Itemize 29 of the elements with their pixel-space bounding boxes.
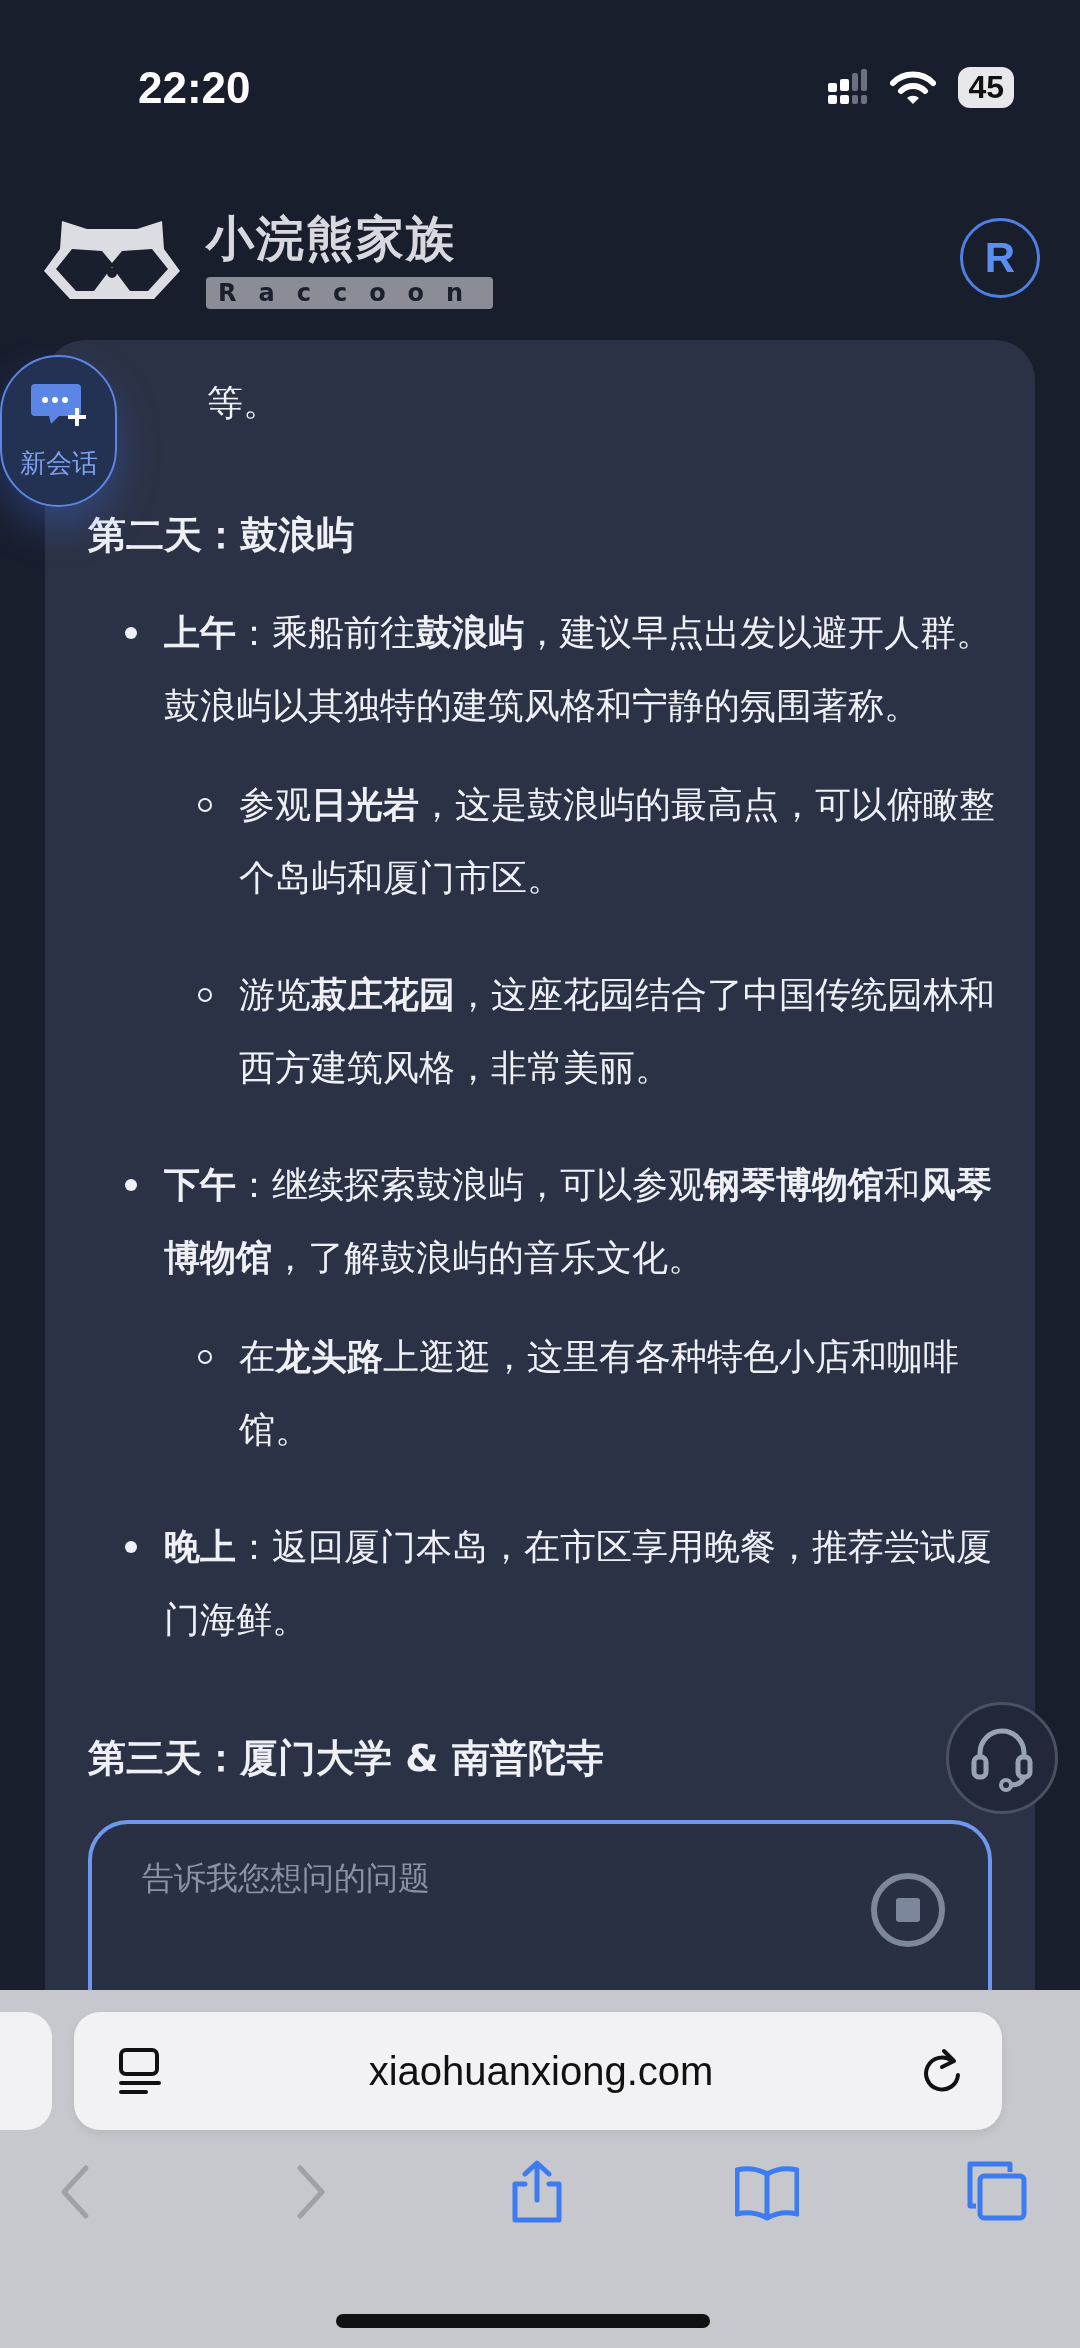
wifi-icon: [890, 70, 937, 105]
list-item-text: 下午：继续探索鼓浪屿，可以参观钢琴博物馆和风琴博物馆，了解鼓浪屿的音乐文化。: [164, 1163, 993, 1280]
day-heading: 第二天：鼓浪屿: [88, 512, 354, 559]
bullet-icon: [125, 1541, 137, 1553]
signal-icon: [828, 68, 869, 107]
new-chat-button[interactable]: 新会话: [0, 355, 117, 507]
stop-button[interactable]: [870, 1872, 946, 1948]
list-item-text: 游览菽庄花园，这座花园结合了中国传统园林和西方建筑风格，非常美丽。: [239, 973, 996, 1090]
tab-peek[interactable]: [0, 2012, 52, 2130]
bullet-icon: [198, 988, 212, 1002]
list-item-text: 晚上：返回厦门本岛，在市区享用晚餐，推荐尝试厦门海鲜。: [164, 1525, 993, 1642]
bullet-icon: [125, 1179, 137, 1191]
logo-title: 小浣熊家族: [206, 208, 457, 268]
address-bar[interactable]: xiaohuanxiong.com: [74, 2012, 1002, 2130]
answer-text: 等。: [206, 381, 279, 425]
avatar[interactable]: R: [960, 217, 1040, 298]
list-item-text: 参观日光岩，这是鼓浪屿的最高点，可以俯瞰整个岛屿和厦门市区。: [239, 783, 996, 900]
day-heading: 第三天：厦门大学 & 南普陀寺: [88, 1735, 604, 1782]
url-text: xiaohuanxiong.com: [368, 2048, 714, 2094]
bullet-icon: [198, 798, 212, 812]
list-item-text: 在龙头路上逛逛，这里有各种特色小店和咖啡馆。: [239, 1335, 960, 1452]
status-time: 22:20: [138, 62, 251, 113]
reader-icon: [118, 2047, 162, 2095]
bullet-icon: [198, 1350, 212, 1364]
battery-indicator: 45: [958, 67, 1014, 108]
question-input[interactable]: 告诉我您想问的问题: [140, 1858, 744, 1898]
logo-subtitle: Raccoon: [206, 276, 494, 309]
bullet-icon: [125, 627, 137, 639]
list-item-text: 上午：乘船前往鼓浪屿，建议早点出发以避开人群。鼓浪屿以其独特的建筑风格和宁静的氛围著称。: [164, 611, 993, 728]
